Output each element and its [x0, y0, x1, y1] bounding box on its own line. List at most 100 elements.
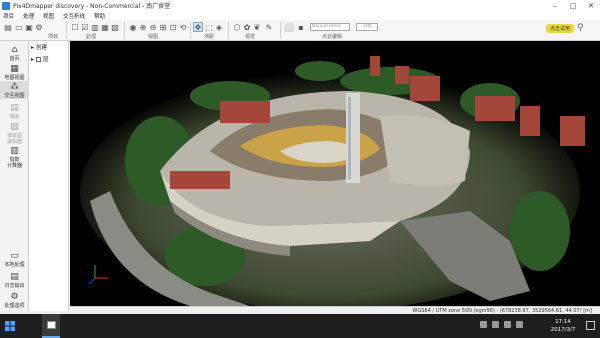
class-select[interactable]: NonLassified [310, 23, 350, 31]
minimize-button[interactable]: – [546, 0, 564, 11]
process-status-icon[interactable]: ▧ [110, 22, 120, 32]
sidebar-item-label: 处理选项 [4, 303, 25, 309]
toolbar-separator [124, 22, 125, 39]
assign-button[interactable]: 分配 [356, 23, 378, 31]
leaf-icon[interactable]: ❦ [252, 22, 262, 32]
system-tray [480, 321, 523, 328]
zoom-in-icon[interactable]: ⊕ [138, 22, 148, 32]
user-icon[interactable]: ⚲ [577, 23, 584, 33]
bbox-icon[interactable]: ⬜ [284, 22, 294, 32]
color-picker-icon[interactable]: ▪ [296, 22, 306, 32]
toolbar: ▤ ▭ ▣ ⚙ 项目 ☐ ☑ ▥ ▦ ▧ 处理 ◉ ⊕ ⊖ ⊞ ⊡ ⟲ 视图 ✥… [0, 20, 600, 41]
volume-icon[interactable] [504, 321, 511, 328]
app-icon [2, 1, 10, 10]
chevron-down-icon[interactable]: ▸ [31, 56, 34, 63]
menu-process[interactable]: 处理 [23, 12, 34, 20]
network-icon[interactable] [492, 321, 499, 328]
options-icon: ⚙ [10, 292, 19, 302]
window-title: Pix4Dmapper discovery - Non-Commercial -… [13, 3, 171, 10]
render-icon[interactable]: ✿ [242, 22, 252, 32]
windows-icon [5, 321, 15, 331]
layers-panel: ▸ 创建 ▸ 层 [29, 41, 69, 311]
sidebar-item-log-output[interactable]: ▤ 日志输出 [0, 271, 29, 289]
group-label-measure: 测距 [204, 34, 215, 40]
layer-checkbox[interactable] [36, 56, 42, 62]
camera-icon[interactable]: ◉ [128, 22, 138, 32]
cube-icon[interactable]: ⬡ [232, 22, 242, 32]
sidebar-item-label: 日志输出 [4, 283, 25, 289]
sidebar-item-home[interactable]: ⌂ 首页 [0, 44, 29, 62]
tower-glass [348, 97, 351, 179]
toolbar-separator [66, 22, 67, 39]
point-cloud-render [80, 56, 585, 306]
zoom-extent-icon[interactable]: ⊞ [158, 22, 168, 32]
layer-row-layers[interactable]: ▸ 层 [31, 55, 49, 64]
open-project-icon[interactable]: ▭ [14, 22, 24, 32]
taskbar-app-pix4d[interactable] [42, 314, 60, 338]
sidebar-item-index-calculator[interactable]: ▥ 指数 计算器 [0, 145, 29, 169]
reprocess-icon[interactable]: ▥ [90, 22, 100, 32]
notification-icon[interactable] [586, 321, 595, 330]
sidebar-item-local-processing[interactable]: ▭ 本地处理 [0, 250, 29, 268]
mosaic-icon: ▤ [10, 103, 19, 113]
maximize-button[interactable]: □ [564, 0, 582, 11]
map-icon: ▦ [10, 64, 19, 74]
navigate-icon[interactable]: ✥ [193, 22, 203, 32]
sidebar-item-mosaic[interactable]: ▤ 镶嵌 [0, 102, 29, 120]
sidebar-item-label: 交互视图 [4, 93, 25, 99]
start-button[interactable] [0, 314, 20, 338]
axis-gizmo [88, 265, 108, 285]
sidebar-item-label: 首页 [9, 56, 20, 62]
menu-project[interactable]: 项目 [3, 12, 14, 20]
zoom-out-icon[interactable]: ⊖ [148, 22, 158, 32]
process-options-icon[interactable]: ▦ [100, 22, 110, 32]
group-label-view: 视图 [148, 34, 159, 40]
home-icon: ⌂ [11, 45, 18, 55]
status-bar: WGS84 / UTM zone 50N (egm96) - (678238.9… [70, 306, 600, 314]
fit-icon[interactable]: ⊡ [168, 22, 178, 32]
sidebar-item-ray-cloud[interactable]: ⁂ 交互视图 [0, 81, 29, 99]
3d-viewport[interactable] [70, 41, 600, 306]
toolbar-separator [228, 22, 229, 39]
taskbar: 17:14 2017/3/7 [0, 314, 600, 338]
sidebar-item-mosaic-editor[interactable]: ▧ 镶嵌图 编辑器 [0, 121, 29, 145]
sidebar-item-label: 指数 计算器 [6, 157, 22, 169]
menu-interact[interactable]: 交互析线 [63, 12, 85, 20]
properties-icon[interactable]: ⚙ [34, 22, 44, 32]
layer-row-create[interactable]: ▸ 创建 [31, 43, 47, 52]
clock-date: 2017/3/7 [550, 327, 576, 333]
toolbar-separator [280, 22, 281, 39]
sidebar-item-label: 镶嵌 [9, 114, 20, 120]
clock-time: 17:14 [555, 319, 571, 325]
menu-view[interactable]: 视图 [43, 12, 54, 20]
sidebar-item-label: 本地处理 [4, 262, 25, 268]
annex-building [380, 115, 470, 186]
menu-bar: 项目 处理 视图 交互析线 帮助 [0, 11, 600, 20]
title-bar: Pix4Dmapper discovery - Non-Commercial -… [0, 0, 600, 11]
tray-arrow-icon[interactable] [480, 321, 487, 328]
sidebar: ⌂ 首页 ▦ 地图视图 ⁂ 交互视图 ▤ 镶嵌 ▧ 镶嵌图 编辑器 ▥ 指数 计… [0, 41, 29, 311]
cloud-icon: ⁂ [10, 82, 19, 92]
rotate-icon[interactable]: ⟲ [178, 22, 188, 32]
menu-help[interactable]: 帮助 [94, 12, 105, 20]
run-icon[interactable]: ☐ [70, 22, 80, 32]
clock[interactable]: 17:14 2017/3/7 [546, 318, 580, 334]
sidebar-item-map-view[interactable]: ▦ 地图视图 [0, 63, 29, 81]
measure-icon[interactable]: ◈ [214, 22, 224, 32]
sidebar-item-label: 镶嵌图 编辑器 [6, 133, 22, 145]
brush-icon[interactable]: ✎ [264, 22, 274, 32]
layer-label: 层 [43, 57, 49, 63]
process-step-icon[interactable]: ☑ [80, 22, 90, 32]
sidebar-item-processing-options[interactable]: ⚙ 处理选项 [0, 291, 29, 309]
group-label-pointcloud: 点云编辑 [322, 34, 343, 40]
trial-button[interactable]: 点击试用 [546, 24, 574, 33]
log-icon: ▤ [10, 272, 19, 282]
ime-icon[interactable] [516, 321, 523, 328]
group-label-process: 处理 [86, 34, 97, 40]
new-project-icon[interactable]: ▤ [3, 22, 13, 32]
close-button[interactable]: ✕ [582, 0, 600, 11]
save-icon[interactable]: ▣ [24, 22, 34, 32]
chevron-down-icon[interactable]: ▸ [31, 44, 34, 51]
select-icon[interactable]: ⬚ [204, 22, 214, 32]
group-label-project: 项目 [48, 34, 59, 40]
